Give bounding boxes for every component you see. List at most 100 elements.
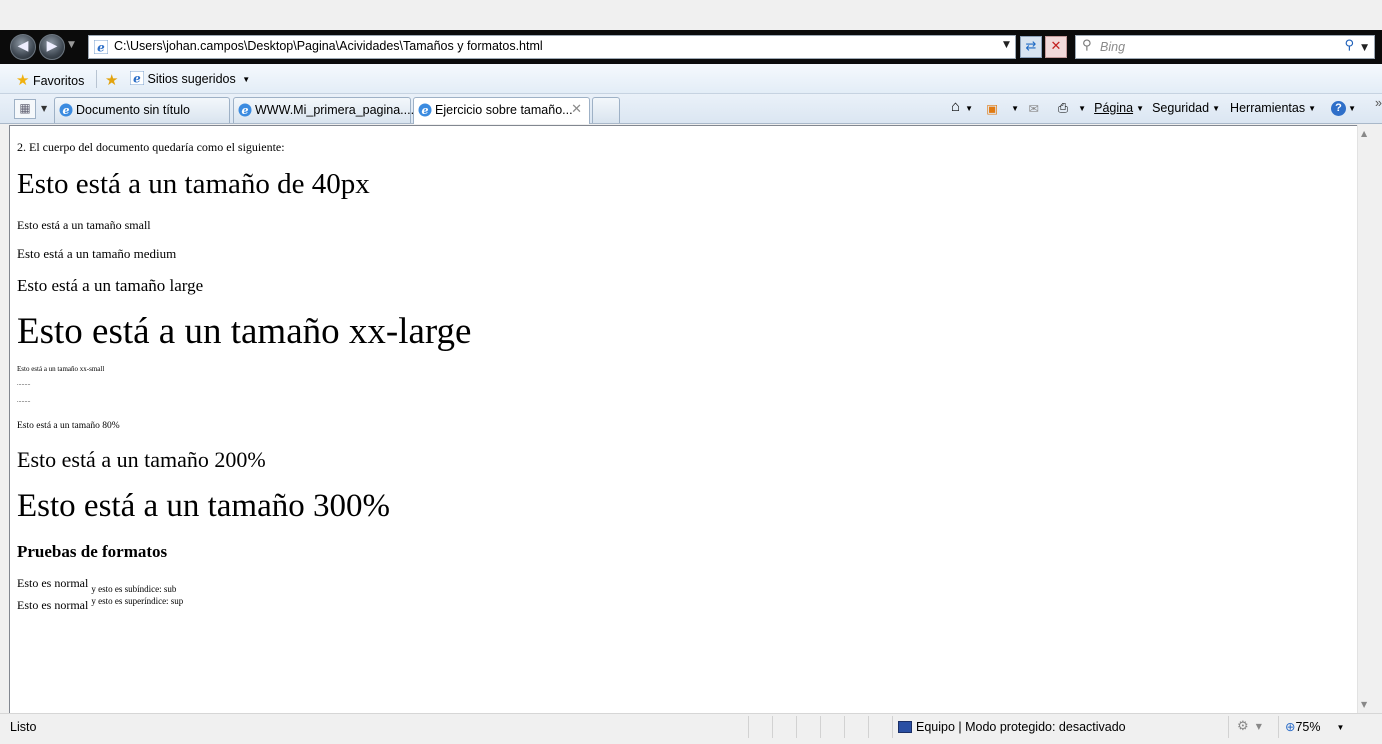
url-dropdown-icon[interactable]: ▼ [1003, 40, 1010, 50]
ie-page-icon: e [94, 40, 108, 54]
divider [892, 716, 893, 738]
url-text: C:\Users\johan.campos\Desktop\Pagina\Aci… [114, 39, 543, 53]
security-menu-label: Seguridad [1152, 101, 1210, 115]
new-tab-button[interactable] [592, 97, 620, 123]
ie-tab-icon: e [418, 103, 432, 117]
close-tab-icon[interactable]: ✕ [571, 102, 582, 117]
feeds-dropdown-icon[interactable]: ▼ [1008, 101, 1019, 115]
text-size-80: Esto está a un tamaño 80% [17, 421, 120, 431]
divider [868, 716, 869, 738]
help-dropdown-icon[interactable]: ▼ [1345, 101, 1356, 115]
tab-label: WWW.Mi_primera_pagina.... [255, 103, 415, 117]
text-size-xx-large: Esto está a un tamaño xx-large [17, 311, 472, 352]
divider [844, 716, 845, 738]
window-edge [1373, 125, 1382, 713]
zoom-level: 75% [1295, 720, 1321, 734]
page-menu-label: Página [1094, 101, 1134, 115]
divider [96, 70, 97, 88]
scroll-down-icon[interactable]: ▼ [1361, 700, 1367, 709]
print-dropdown-icon[interactable]: ▼ [1075, 101, 1086, 115]
tab-ejercicio-tamanos[interactable]: e Ejercicio sobre tamaño... ✕ [413, 97, 590, 124]
add-to-favorites-button[interactable]: ★ [105, 71, 118, 89]
back-button[interactable]: ◀ [10, 34, 36, 60]
svg-text:e: e [63, 104, 70, 117]
refresh-button[interactable]: ⇄ [1020, 36, 1042, 58]
chevron-more-icon[interactable]: » [1375, 96, 1382, 110]
normal-with-subscript: Esto es normal y esto es subíndice: sub [17, 576, 176, 594]
star-icon: ★ [16, 72, 30, 89]
divider [772, 716, 773, 738]
search-icon[interactable]: ⚲ [1344, 38, 1354, 53]
favorites-bar: ★ Favoritos ★ e Sitios sugeridos ▼ [0, 64, 1382, 94]
chevron-down-icon: ▼ [1336, 723, 1345, 732]
chevron-down-icon: ▼ [1308, 104, 1316, 113]
tab-row: ▦ ▼ e Documento sin título e WWW.Mi_prim… [0, 94, 1382, 124]
text-size-300: Esto está a un tamaño 300% [17, 488, 390, 524]
help-icon[interactable]: ? [1331, 101, 1346, 116]
tools-menu-label: Herramientas [1230, 101, 1306, 115]
search-box[interactable]: ⚲ Bing ⚲ ▼ [1075, 35, 1375, 59]
stop-button[interactable]: ✕ [1045, 36, 1067, 58]
divider [820, 716, 821, 738]
ie-tab-icon: e [59, 103, 73, 117]
tools-menu[interactable]: Herramientas ▼ [1230, 101, 1316, 115]
status-bar: Listo Equipo | Modo protegido: desactiva… [0, 713, 1382, 744]
chevron-down-icon: ▼ [242, 75, 251, 84]
text-size-200: Esto está a un tamaño 200% [17, 447, 266, 472]
computer-icon [898, 721, 912, 733]
svg-text:e: e [242, 104, 249, 117]
home-icon[interactable]: ⌂ [951, 98, 960, 115]
suggested-sites-label: Sitios sugeridos [147, 72, 236, 86]
forward-arrow-icon: ▶ [46, 38, 58, 54]
page-viewport[interactable]: 2. El cuerpo del documento quedaría como… [9, 125, 1357, 713]
zoom-control[interactable]: ⊕75% ▼ [1285, 719, 1344, 734]
home-dropdown-icon[interactable]: ▼ [962, 101, 973, 115]
ie-page-icon: e [129, 70, 145, 86]
tab-list-dropdown-icon[interactable]: ▼ [41, 104, 47, 113]
chevron-down-icon: ▼ [1212, 104, 1220, 113]
search-input[interactable]: Bing [1100, 40, 1125, 54]
text-size-xx-small: Esto está a un tamaño xx-small [17, 365, 105, 373]
tab-documento-sin-titulo[interactable]: e Documento sin título [54, 97, 230, 123]
forward-button[interactable]: ▶ [39, 34, 65, 60]
tiny-text-line: ......... [17, 398, 31, 404]
chevron-down-icon: ▼ [1136, 104, 1144, 113]
addons-icon[interactable]: ⚙ ▼ [1237, 719, 1262, 734]
search-provider-icon: ⚲ [1082, 38, 1092, 53]
favorites-button[interactable]: ★ Favoritos [16, 71, 84, 89]
zone-label: Equipo | Modo protegido: desactivado [916, 720, 1126, 734]
tab-label: Ejercicio sobre tamaño... [435, 103, 573, 117]
mail-icon[interactable]: ✉ [1029, 101, 1039, 116]
text-size-medium: Esto está a un tamaño medium [17, 246, 177, 261]
print-icon[interactable]: ⎙ [1058, 101, 1068, 116]
refresh-icon: ⇄ [1025, 39, 1037, 54]
superscript-text: y esto es superíndice: sup [91, 596, 184, 606]
scroll-up-icon[interactable]: ▲ [1361, 129, 1367, 138]
status-text: Listo [10, 720, 37, 734]
favorites-label: Favoritos [32, 74, 85, 88]
tab-mi-primera-pagina[interactable]: e WWW.Mi_primera_pagina.... [233, 97, 415, 123]
feeds-icon[interactable]: ▣ [986, 101, 998, 116]
divider [796, 716, 797, 738]
tiny-text-line: ......... [17, 381, 31, 387]
text-size-40px: Esto está a un tamaño de 40px [17, 168, 370, 200]
suggested-sites-button[interactable]: e Sitios sugeridos ▼ [129, 70, 251, 86]
vertical-scrollbar[interactable]: ▲ ▼ [1357, 125, 1373, 713]
security-menu[interactable]: Seguridad ▼ [1152, 101, 1220, 115]
page-menu[interactable]: Página ▼ [1094, 101, 1144, 115]
normal-with-superscript: Esto es normal y esto es superíndice: su… [17, 596, 184, 613]
history-dropdown-icon[interactable]: ▼ [68, 40, 75, 50]
search-dropdown-icon[interactable]: ▼ [1361, 43, 1368, 53]
close-icon: ✕ [1050, 39, 1062, 54]
normal-text: Esto es normal [17, 576, 89, 590]
url-field[interactable]: e C:\Users\johan.campos\Desktop\Pagina\A… [88, 35, 1016, 59]
tab-label: Documento sin título [76, 103, 190, 117]
security-zone[interactable]: Equipo | Modo protegido: desactivado [898, 720, 1126, 734]
quick-tabs-button[interactable]: ▦ [14, 99, 36, 119]
svg-text:e: e [422, 104, 429, 117]
text-size-large: Esto está a un tamaño large [17, 276, 204, 295]
add-favorite-star-icon: ★ [105, 72, 119, 89]
divider [748, 716, 749, 738]
intro-text: 2. El cuerpo del documento quedaría como… [17, 140, 285, 154]
svg-text:e: e [97, 41, 105, 55]
